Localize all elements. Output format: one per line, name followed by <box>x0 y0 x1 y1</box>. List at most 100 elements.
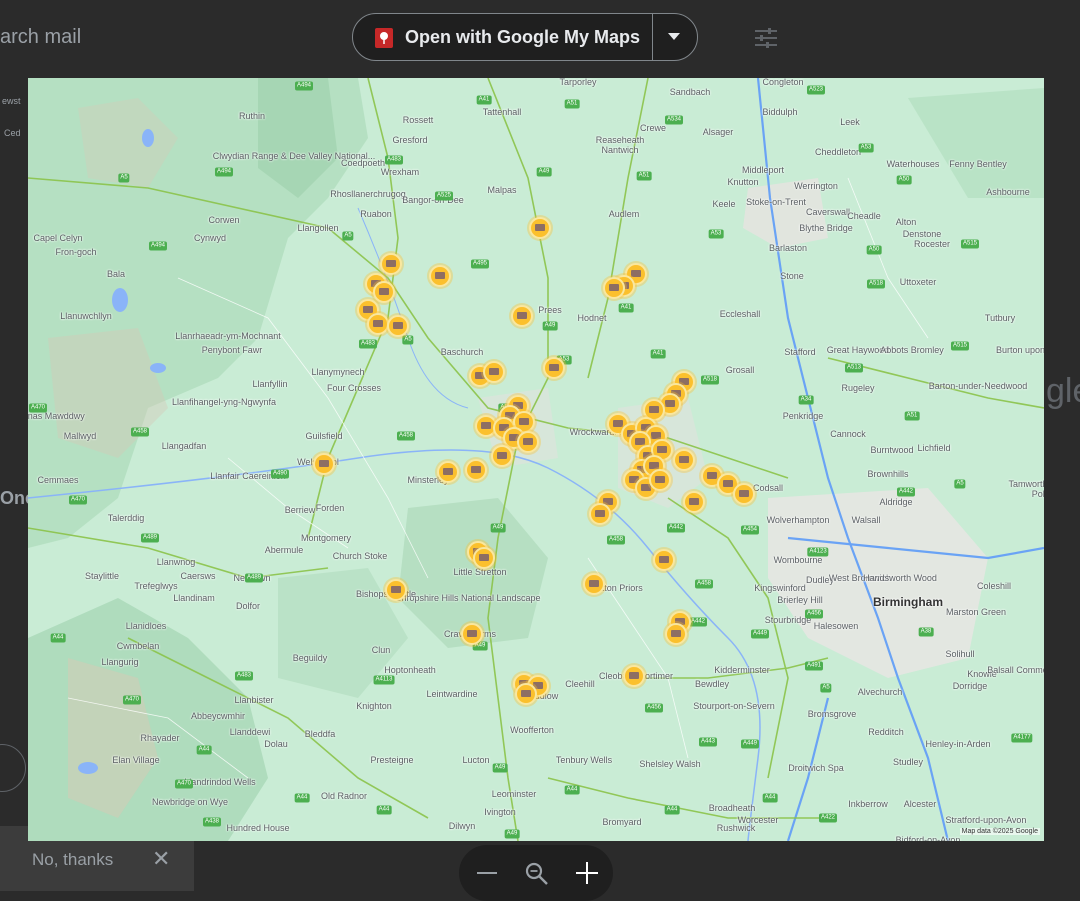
plus-icon[interactable] <box>576 862 598 884</box>
road-label: A51 <box>636 171 652 181</box>
location-marker-icon[interactable] <box>511 305 533 327</box>
place-label: Handsworth Wood <box>863 573 937 583</box>
place-label: Lucton <box>462 755 490 765</box>
place-label: Beguildy <box>292 653 328 663</box>
place-label: Cwmbelan <box>116 641 160 651</box>
place-label: Keele <box>712 199 736 209</box>
road-label: A458 <box>694 579 714 589</box>
location-marker-icon[interactable] <box>517 431 539 453</box>
place-label: Inkberrow <box>848 799 888 809</box>
location-marker-icon[interactable] <box>429 265 451 287</box>
no-thanks-button[interactable]: No, thanks <box>32 850 113 870</box>
road-label: A483 <box>358 339 378 349</box>
road-label: A534 <box>664 115 684 125</box>
location-marker-icon[interactable] <box>515 683 537 705</box>
open-with-my-maps-button[interactable]: Open with Google My Maps <box>352 13 698 61</box>
place-label: Eccleshall <box>719 309 761 319</box>
bg-fragment-4: gle <box>1046 372 1080 410</box>
location-marker-icon[interactable] <box>665 623 687 645</box>
place-label: Tarporley <box>559 78 597 87</box>
place-label: Cemmaes <box>37 475 79 485</box>
road-label: A49 <box>490 523 506 533</box>
location-marker-icon[interactable] <box>653 549 675 571</box>
button-divider <box>652 14 653 60</box>
road-label: A489 <box>140 533 160 543</box>
place-label: Lichfield <box>917 443 951 453</box>
road-label: A494 <box>148 241 168 251</box>
place-label: Staylittle <box>84 571 120 581</box>
filter-options-icon[interactable] <box>752 24 780 52</box>
place-label: Capel Celyn <box>33 233 83 243</box>
search-mail-placeholder[interactable]: arch mail <box>0 26 81 49</box>
road-label: A470 <box>28 403 48 413</box>
place-label: Henley-in-Arden <box>925 739 991 749</box>
place-label: Caersws <box>180 571 216 581</box>
location-marker-icon[interactable] <box>483 361 505 383</box>
close-icon[interactable]: ✕ <box>152 846 170 872</box>
place-label: Stratford-upon-Avon <box>945 815 1027 825</box>
location-marker-icon[interactable] <box>673 449 695 471</box>
place-label: Alton <box>895 217 917 227</box>
place-label: Newbridge on Wye <box>152 797 228 807</box>
map-view[interactable]: Tarporley Congleton Sandbach Tattenhall Bidd… <box>28 78 1044 841</box>
road-label: A442 <box>688 617 708 627</box>
road-label: A489 <box>244 573 264 583</box>
place-label: Walsall <box>851 515 881 525</box>
location-marker-icon[interactable] <box>529 217 551 239</box>
place-label: Reaseheath <box>595 135 645 145</box>
minus-icon[interactable] <box>477 872 497 874</box>
location-marker-icon[interactable] <box>380 253 402 275</box>
magnifier-icon[interactable] <box>524 861 550 887</box>
location-marker-icon[interactable] <box>473 547 495 569</box>
place-label: Llanddewi <box>229 727 271 737</box>
place-label: Dorridge <box>952 681 988 691</box>
road-label: A518 <box>866 279 886 289</box>
back-arrow-button[interactable] <box>0 744 26 792</box>
place-label: Cheadle <box>847 211 881 221</box>
place-label: Dinas Mawddwy <box>28 411 85 421</box>
place-label: Dolfor <box>235 601 261 611</box>
location-marker-icon[interactable] <box>387 315 409 337</box>
location-marker-icon[interactable] <box>543 357 565 379</box>
place-label: Tamworth <box>1008 479 1044 489</box>
road-label: A458 <box>396 431 416 441</box>
place-label: Llanrhaeadr-ym-Mochnant <box>175 331 281 341</box>
location-marker-icon[interactable] <box>733 483 755 505</box>
location-marker-icon[interactable] <box>385 579 407 601</box>
place-label: Rocester <box>913 239 951 249</box>
place-label: Stoke-on-Trent <box>746 197 806 207</box>
location-marker-icon[interactable] <box>649 469 671 491</box>
road-label: A449 <box>740 739 760 749</box>
caret-down-icon[interactable] <box>668 33 680 40</box>
place-label: Llangurig <box>101 657 139 667</box>
location-marker-icon[interactable] <box>367 313 389 335</box>
road-label: A449 <box>750 629 770 639</box>
location-marker-icon[interactable] <box>313 453 335 475</box>
location-marker-icon[interactable] <box>603 277 625 299</box>
place-label: Gresford <box>392 135 428 145</box>
place-label: Fenny Bentley <box>949 159 1007 169</box>
location-marker-icon[interactable] <box>683 491 705 513</box>
location-marker-icon[interactable] <box>589 503 611 525</box>
place-label: Llanymynech <box>311 367 365 377</box>
location-marker-icon[interactable] <box>465 459 487 481</box>
road-label: A470 <box>122 695 142 705</box>
place-label: Kingswinford <box>754 583 806 593</box>
location-marker-icon[interactable] <box>583 573 605 595</box>
place-label: Alvechurch <box>857 687 903 697</box>
place-label: Solihull <box>945 649 975 659</box>
location-marker-icon[interactable] <box>461 623 483 645</box>
location-marker-icon[interactable] <box>623 665 645 687</box>
road-label: A53 <box>708 229 724 239</box>
place-label: Ruthin <box>238 111 266 121</box>
place-label: Hoptonheath <box>384 665 436 675</box>
road-label: A443 <box>698 737 718 747</box>
location-marker-icon[interactable] <box>437 461 459 483</box>
location-marker-icon[interactable] <box>373 281 395 303</box>
place-label: Halesowen <box>813 621 859 631</box>
place-label: Presteigne <box>370 755 414 765</box>
place-label: Redditch <box>868 727 904 737</box>
road-label: A494 <box>294 81 314 91</box>
location-marker-icon[interactable] <box>491 445 513 467</box>
place-label: Rossett <box>402 115 434 125</box>
